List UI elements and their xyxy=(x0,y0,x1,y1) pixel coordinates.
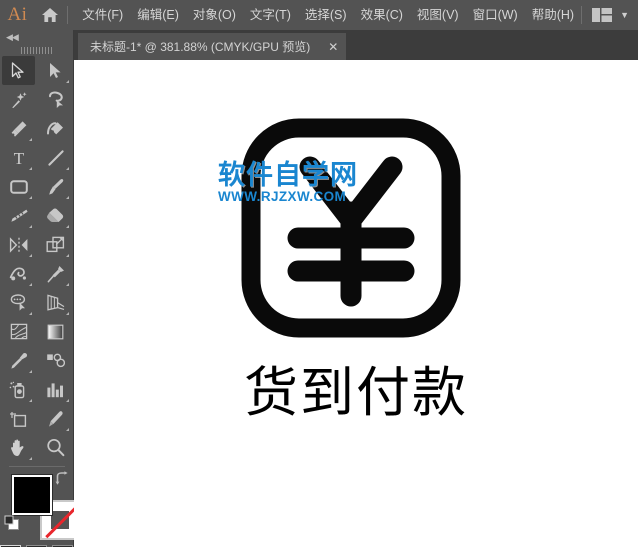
document-tab-title: 未标题-1* @ 381.88% (CMYK/GPU 预览) xyxy=(90,40,311,54)
tool-flyout-indicator xyxy=(66,283,69,286)
tool-flyout-indicator xyxy=(29,312,32,315)
shaper-tool[interactable] xyxy=(2,201,35,230)
paintbrush-tool[interactable] xyxy=(39,172,72,201)
tool-flyout-indicator xyxy=(66,167,69,170)
tool-flyout-indicator xyxy=(66,254,69,257)
menu-select[interactable]: 选择(S) xyxy=(298,0,354,30)
menu-effect[interactable]: 效果(C) xyxy=(354,0,410,30)
width-tool[interactable] xyxy=(2,259,35,288)
menu-edit[interactable]: 编辑(E) xyxy=(130,0,186,30)
tool-flyout-indicator xyxy=(29,399,32,402)
home-icon[interactable] xyxy=(35,0,64,30)
blend-tool[interactable] xyxy=(39,346,72,375)
free-transform-tool[interactable] xyxy=(39,259,72,288)
fill-color-swatch[interactable] xyxy=(12,475,52,515)
menu-view[interactable]: 视图(V) xyxy=(410,0,466,30)
chevron-down-icon[interactable]: ▼ xyxy=(620,0,629,30)
hand-tool[interactable] xyxy=(2,433,35,462)
tool-flyout-indicator xyxy=(29,283,32,286)
scale-tool[interactable] xyxy=(39,230,72,259)
magic-wand-tool[interactable] xyxy=(2,85,35,114)
default-fill-stroke-icon[interactable] xyxy=(4,515,20,531)
eraser-tool[interactable] xyxy=(39,201,72,230)
tools-panel: ◀◀ T xyxy=(0,30,83,547)
tool-flyout-indicator xyxy=(29,138,32,141)
swap-fill-stroke-icon[interactable] xyxy=(54,471,68,485)
close-icon[interactable]: ✕ xyxy=(326,41,340,53)
column-graph-tool[interactable] xyxy=(39,375,72,404)
tool-flyout-indicator xyxy=(29,370,32,373)
menu-object[interactable]: 对象(O) xyxy=(186,0,243,30)
tool-flyout-indicator xyxy=(29,167,32,170)
cash-on-delivery-icon[interactable] xyxy=(74,60,638,547)
app-logo: Ai xyxy=(7,4,28,25)
menubar-right-divider xyxy=(581,6,583,24)
panel-drag-handle[interactable] xyxy=(0,44,73,56)
artwork-caption-text[interactable]: 货到付款 xyxy=(74,366,638,420)
menu-bar: Ai 文件(F) 编辑(E) 对象(O) 文字(T) 选择(S) 效果(C) 视… xyxy=(0,0,638,30)
document-tab-bar: 未标题-1* @ 381.88% (CMYK/GPU 预览) ✕ xyxy=(74,30,638,60)
tool-flyout-indicator xyxy=(66,428,69,431)
fill-stroke-control xyxy=(0,467,83,540)
tool-flyout-indicator xyxy=(66,196,69,199)
tool-flyout-indicator xyxy=(29,196,32,199)
grip-dots-icon xyxy=(20,46,53,54)
svg-text:T: T xyxy=(13,149,24,166)
rectangle-tool[interactable] xyxy=(2,172,35,201)
zoom-tool[interactable] xyxy=(39,433,72,462)
pen-tool[interactable] xyxy=(2,114,35,143)
document-tab[interactable]: 未标题-1* @ 381.88% (CMYK/GPU 预览) ✕ xyxy=(78,33,347,60)
menu-type[interactable]: 文字(T) xyxy=(243,0,298,30)
menubar-divider xyxy=(67,6,69,24)
menu-item-list: 文件(F) 编辑(E) 对象(O) 文字(T) 选择(S) 效果(C) 视图(V… xyxy=(75,0,581,30)
artboard-tool[interactable] xyxy=(2,404,35,433)
direct-selection-tool[interactable] xyxy=(39,56,72,85)
tool-flyout-indicator xyxy=(66,225,69,228)
eyedropper-tool[interactable] xyxy=(2,346,35,375)
menubar-right-controls: ▼ xyxy=(581,0,638,30)
menu-file[interactable]: 文件(F) xyxy=(75,0,130,30)
mesh-tool[interactable] xyxy=(2,317,35,346)
tool-flyout-indicator xyxy=(29,457,32,460)
slice-tool[interactable] xyxy=(39,404,72,433)
document-canvas[interactable]: 软件自学网 WWW.RJZXW.COM 货到付款 xyxy=(74,60,638,547)
menu-help[interactable]: 帮助(H) xyxy=(525,0,581,30)
collapse-panel-button[interactable]: ◀◀ xyxy=(0,30,73,44)
line-segment-tool[interactable] xyxy=(39,143,72,172)
shape-builder-tool[interactable] xyxy=(2,288,35,317)
tool-flyout-indicator xyxy=(66,312,69,315)
tool-flyout-indicator xyxy=(29,254,32,257)
workspace-switcher-icon[interactable] xyxy=(591,0,613,30)
tool-flyout-indicator xyxy=(66,80,69,83)
menu-window[interactable]: 窗口(W) xyxy=(466,0,525,30)
tool-flyout-indicator xyxy=(29,225,32,228)
selection-tool[interactable] xyxy=(2,56,35,85)
curvature-tool[interactable] xyxy=(39,114,72,143)
tool-grid: T xyxy=(0,56,73,462)
tool-flyout-indicator xyxy=(66,399,69,402)
lasso-tool[interactable] xyxy=(39,85,72,114)
type-tool[interactable]: T xyxy=(2,143,35,172)
symbol-sprayer-tool[interactable] xyxy=(2,375,35,404)
rotate-reflect-tool[interactable] xyxy=(2,230,35,259)
perspective-grid-tool[interactable] xyxy=(39,288,72,317)
illustrator-window: Ai 文件(F) 编辑(E) 对象(O) 文字(T) 选择(S) 效果(C) 视… xyxy=(0,0,638,547)
gradient-tool[interactable] xyxy=(39,317,72,346)
